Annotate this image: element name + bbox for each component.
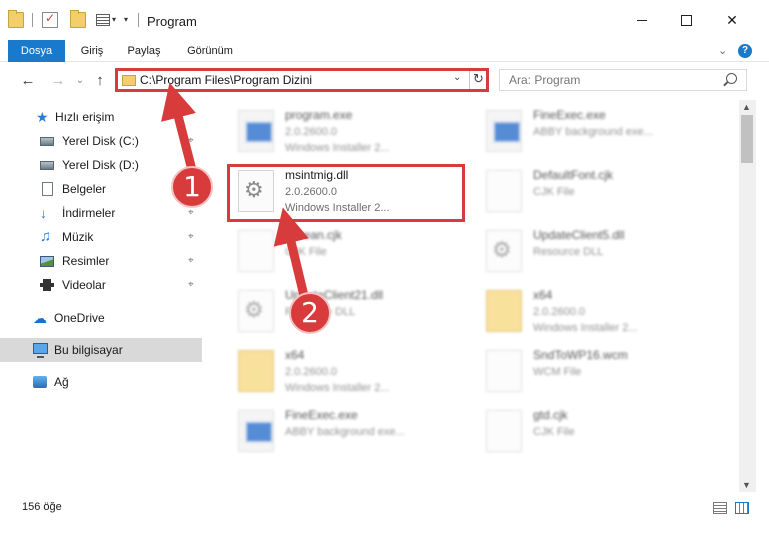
arrow-step-2 [273,207,310,302]
step-1-badge: 1 [171,166,213,208]
annotation-arrows [161,82,310,302]
step-2-badge: 2 [289,292,331,334]
arrow-step-1 [161,82,197,172]
